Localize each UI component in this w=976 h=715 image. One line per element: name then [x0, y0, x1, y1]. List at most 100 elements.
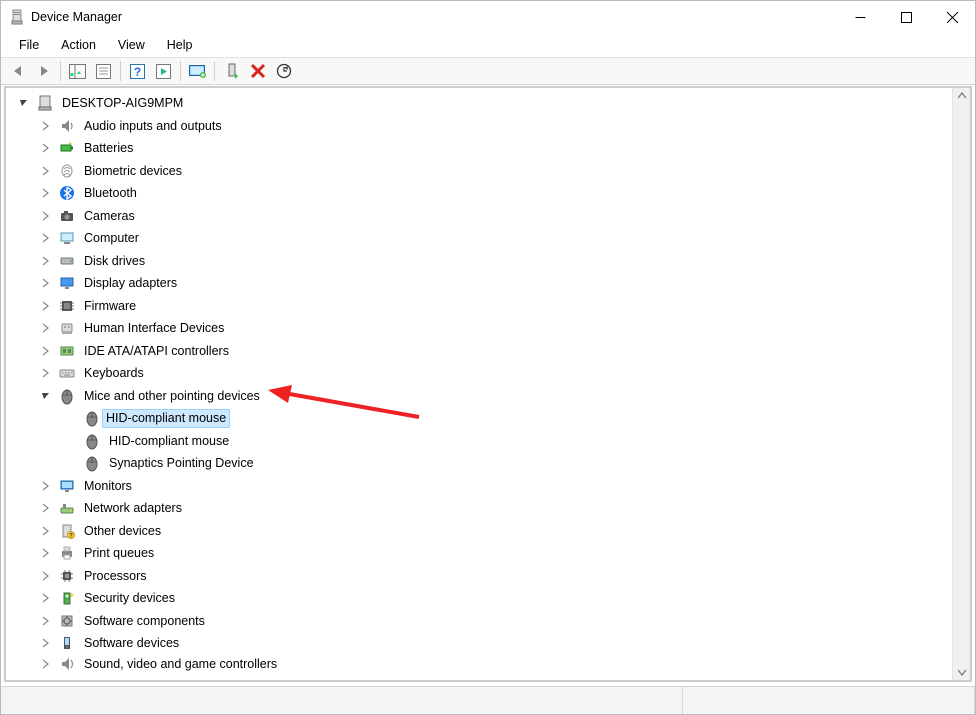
category-label: Firmware: [84, 299, 136, 313]
chevron-right-icon[interactable]: [38, 500, 54, 516]
category-item[interactable]: Monitors: [6, 475, 952, 498]
category-label: Processors: [84, 569, 147, 583]
statusbar: [1, 686, 975, 714]
chevron-down-icon[interactable]: [38, 388, 54, 404]
scroll-up-icon[interactable]: [956, 90, 968, 102]
chevron-right-icon[interactable]: [38, 343, 54, 359]
category-item[interactable]: Network adapters: [6, 497, 952, 520]
chevron-right-icon[interactable]: [38, 590, 54, 606]
chevron-right-icon[interactable]: [38, 365, 54, 381]
category-item[interactable]: Processors: [6, 565, 952, 588]
maximize-button[interactable]: [883, 1, 929, 33]
forward-button[interactable]: [31, 59, 56, 83]
category-item[interactable]: Bluetooth: [6, 182, 952, 205]
tree-root[interactable]: DESKTOP-AIG9MPM: [6, 92, 952, 115]
uninstall-device-button[interactable]: [245, 59, 270, 83]
minimize-button[interactable]: [837, 1, 883, 33]
category-label: IDE ATA/ATAPI controllers: [84, 344, 229, 358]
close-button[interactable]: [929, 1, 975, 33]
window-title: Device Manager: [31, 10, 837, 24]
chevron-right-icon[interactable]: [38, 253, 54, 269]
audio-icon: [58, 117, 76, 135]
display-icon: [58, 274, 76, 292]
category-label: Software components: [84, 614, 205, 628]
device-item[interactable]: HID-compliant mouse: [6, 430, 952, 453]
category-item[interactable]: Computer: [6, 227, 952, 250]
category-item[interactable]: Audio inputs and outputs: [6, 115, 952, 138]
properties-button[interactable]: [91, 59, 116, 83]
chevron-right-icon[interactable]: [38, 635, 54, 651]
category-item[interactable]: Mice and other pointing devices: [6, 385, 952, 408]
chevron-right-icon[interactable]: [38, 163, 54, 179]
menu-view[interactable]: View: [108, 35, 155, 55]
security-icon: [58, 589, 76, 607]
titlebar: Device Manager: [1, 1, 975, 33]
device-item[interactable]: Synaptics Pointing Device: [6, 452, 952, 475]
update-driver-button[interactable]: [185, 59, 210, 83]
chevron-right-icon[interactable]: [38, 185, 54, 201]
category-item[interactable]: Security devices: [6, 587, 952, 610]
chevron-right-icon[interactable]: [38, 568, 54, 584]
category-item[interactable]: Display adapters: [6, 272, 952, 295]
show-hide-tree-button[interactable]: [65, 59, 90, 83]
enable-device-button[interactable]: [219, 59, 244, 83]
category-item[interactable]: Cameras: [6, 205, 952, 228]
category-label: Print queues: [84, 546, 154, 560]
chevron-right-icon[interactable]: [38, 118, 54, 134]
back-button[interactable]: [5, 59, 30, 83]
category-item[interactable]: Sound, video and game controllers: [6, 655, 952, 673]
device-label: Synaptics Pointing Device: [109, 456, 254, 470]
firmware-icon: [58, 297, 76, 315]
tree-root-label: DESKTOP-AIG9MPM: [62, 96, 183, 110]
chevron-right-icon[interactable]: [38, 208, 54, 224]
chevron-right-icon[interactable]: [38, 230, 54, 246]
battery-icon: [58, 139, 76, 157]
category-label: Audio inputs and outputs: [84, 119, 222, 133]
category-item[interactable]: Software devices: [6, 632, 952, 655]
category-label: Other devices: [84, 524, 161, 538]
scan-hardware-button[interactable]: [271, 59, 296, 83]
network-icon: [58, 499, 76, 517]
category-item[interactable]: ? Other devices: [6, 520, 952, 543]
chevron-right-icon[interactable]: [38, 545, 54, 561]
action-icon[interactable]: [151, 59, 176, 83]
chevron-right-icon[interactable]: [38, 298, 54, 314]
category-item[interactable]: IDE ATA/ATAPI controllers: [6, 340, 952, 363]
category-item[interactable]: Biometric devices: [6, 160, 952, 183]
svg-text:?: ?: [69, 533, 73, 539]
chevron-right-icon[interactable]: [38, 275, 54, 291]
menu-action[interactable]: Action: [51, 35, 106, 55]
sound-icon: [58, 655, 76, 673]
category-item[interactable]: Software components: [6, 610, 952, 633]
ide-icon: [58, 342, 76, 360]
device-item[interactable]: HID-compliant mouse: [6, 407, 952, 430]
category-item[interactable]: Batteries: [6, 137, 952, 160]
swcomp-icon: [58, 612, 76, 630]
category-label: Monitors: [84, 479, 132, 493]
bluetooth-icon: [58, 184, 76, 202]
device-tree[interactable]: DESKTOP-AIG9MPM Audio inputs and outputs…: [6, 88, 952, 680]
category-item[interactable]: Disk drives: [6, 250, 952, 273]
other-icon: ?: [58, 522, 76, 540]
svg-text:?: ?: [134, 65, 141, 79]
chevron-right-icon[interactable]: [38, 320, 54, 336]
chevron-right-icon[interactable]: [38, 478, 54, 494]
category-label: Biometric devices: [84, 164, 182, 178]
category-item[interactable]: Firmware: [6, 295, 952, 318]
category-label: Software devices: [84, 636, 179, 650]
computer-icon: [58, 229, 76, 247]
scroll-down-icon[interactable]: [956, 666, 968, 678]
chevron-right-icon[interactable]: [38, 140, 54, 156]
help-button[interactable]: ?: [125, 59, 150, 83]
chevron-right-icon[interactable]: [38, 613, 54, 629]
chevron-down-icon[interactable]: [16, 95, 32, 111]
menu-file[interactable]: File: [9, 35, 49, 55]
category-item[interactable]: Human Interface Devices: [6, 317, 952, 340]
category-label: Sound, video and game controllers: [84, 657, 277, 671]
category-item[interactable]: Print queues: [6, 542, 952, 565]
chevron-right-icon[interactable]: [38, 656, 54, 672]
vertical-scrollbar[interactable]: [952, 88, 970, 680]
category-item[interactable]: Keyboards: [6, 362, 952, 385]
menu-help[interactable]: Help: [157, 35, 203, 55]
chevron-right-icon[interactable]: [38, 523, 54, 539]
